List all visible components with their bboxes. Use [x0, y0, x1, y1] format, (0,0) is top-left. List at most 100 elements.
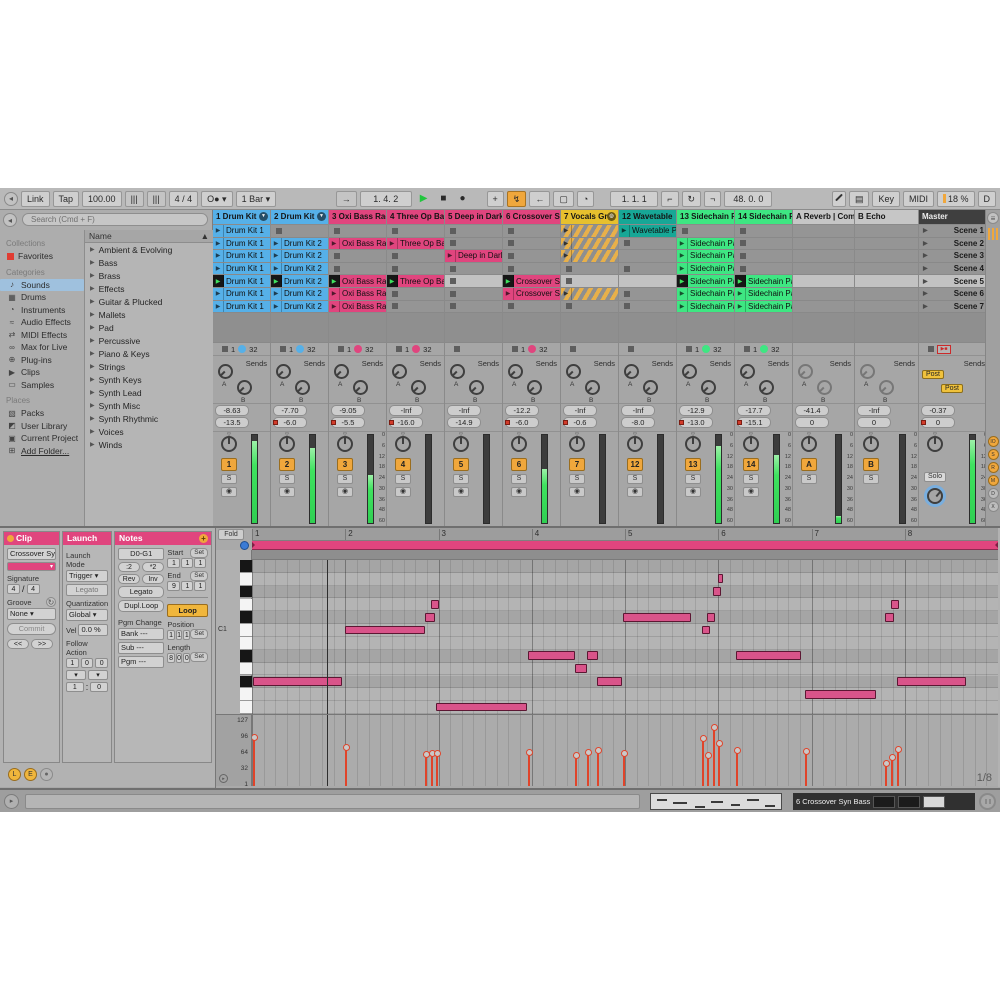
stop-clip-square-icon[interactable] [570, 346, 576, 352]
velocity-amount-field[interactable]: 0.0 % [78, 624, 108, 636]
loop-length-display[interactable]: 48. 0. 0 [724, 191, 772, 207]
punch-in-button[interactable]: ⌐ [661, 191, 678, 207]
track-activator-button[interactable]: 5 [453, 458, 469, 471]
clip[interactable]: ▶Drum Kit 2 [271, 238, 328, 250]
clip[interactable]: ▶Drum Kit 1 [213, 301, 270, 313]
clip-slot[interactable] [503, 238, 560, 251]
end-sixteenth[interactable]: 1 [194, 581, 206, 591]
clip-slot[interactable] [387, 288, 444, 301]
clip[interactable]: ▶Drum Kit 2 [271, 263, 328, 275]
piano-key[interactable] [240, 599, 252, 612]
velocity-marker[interactable] [436, 755, 438, 786]
volume-field[interactable]: -15.1 [737, 417, 771, 428]
follow-button[interactable]: → [336, 191, 357, 207]
clip[interactable]: ▶Oxi Bass Rack [329, 288, 386, 300]
clip-slot[interactable] [387, 301, 444, 314]
length-beat[interactable]: 0 [176, 653, 183, 663]
pan-knob[interactable] [801, 436, 817, 452]
hatched-clip[interactable]: ▶ [561, 225, 618, 237]
pan-knob[interactable] [395, 436, 411, 452]
clip[interactable]: ▶Drum Kit 1 [213, 263, 270, 275]
track-activator-button[interactable]: 2 [279, 458, 295, 471]
piano-key[interactable] [240, 611, 252, 624]
start-bar[interactable]: 1 [167, 558, 180, 568]
stop-clip-square-icon[interactable] [744, 346, 750, 352]
clip-play-icon[interactable]: ▶ [445, 250, 456, 262]
scene-play-icon[interactable]: ▶ [923, 227, 928, 234]
midi-note[interactable] [253, 677, 343, 686]
velocity-marker[interactable] [345, 749, 347, 786]
clip-play-icon[interactable]: ▶ [503, 288, 514, 300]
solo-button[interactable]: S [743, 474, 759, 484]
follow-action-b-select[interactable]: ▾ [88, 670, 108, 680]
clip[interactable]: ▶Sidechain Pad [735, 288, 792, 300]
clip-play-icon[interactable]: ▶ [213, 238, 224, 250]
velocity-marker[interactable] [587, 754, 589, 786]
send-b-knob[interactable] [234, 377, 255, 398]
follow-chance-b-field[interactable]: 0 [90, 682, 108, 692]
selected-track-device-bar[interactable]: 6 Crossover Syn Bass [793, 793, 975, 810]
file-list-header[interactable]: Name▲ [85, 230, 213, 243]
clip-slot[interactable] [329, 263, 386, 276]
clip-slot[interactable]: ▶Sidechain Pad [735, 288, 792, 301]
clip-slot[interactable] [445, 275, 502, 288]
key-map-button[interactable]: Key [872, 191, 900, 207]
position-beat[interactable]: 1 [176, 630, 183, 640]
draw-mode-button[interactable] [832, 191, 846, 207]
track-header[interactable]: 2 Drum Kit▼ [271, 210, 328, 225]
stop-clip-square-icon[interactable] [686, 346, 692, 352]
clip-play-icon[interactable]: ▶ [677, 301, 688, 313]
sidebar-item-favorites[interactable]: Favorites [6, 250, 84, 263]
stop-all-square-icon[interactable] [928, 346, 934, 352]
track-header[interactable]: 13 Sidechain Pad [677, 210, 734, 225]
velocity-marker[interactable] [425, 756, 427, 786]
sidebar-item-instruments[interactable]: ◔Instruments [6, 304, 84, 317]
tap-tempo-button[interactable]: Tap [53, 191, 80, 207]
file-row[interactable]: ▶Piano & Keys [85, 347, 213, 360]
clip-slot[interactable]: ▶Drum Kit 1 [213, 263, 270, 276]
clip-slot[interactable] [445, 225, 502, 238]
master-track-header[interactable]: Master [919, 210, 988, 225]
follow-action-a-select[interactable]: ▾ [66, 670, 86, 680]
view-toggle-io[interactable]: IO [988, 436, 999, 447]
volume-field[interactable]: -14.9 [447, 417, 481, 428]
clip-play-icon[interactable]: ▶ [213, 288, 224, 300]
solo-button[interactable]: S [511, 474, 527, 484]
clip-slot[interactable] [619, 250, 676, 263]
file-row[interactable]: ▶Bass [85, 256, 213, 269]
pan-knob[interactable] [453, 436, 469, 452]
clip[interactable]: ▶Sidechain Pad [735, 301, 792, 313]
clip-play-icon[interactable]: ▶ [213, 263, 224, 275]
clip-play-icon[interactable]: ▶ [735, 301, 746, 313]
clip-overview[interactable] [650, 793, 782, 810]
stop-clip-square-icon[interactable] [222, 346, 228, 352]
volume-field[interactable]: -8.0 [621, 417, 655, 428]
midi-note[interactable] [431, 600, 439, 609]
track-header[interactable]: 5 Deep in Dark [445, 210, 502, 225]
track-header[interactable]: 6 Crossover Sy [503, 210, 560, 225]
stop-clip-square-icon[interactable] [280, 346, 286, 352]
clip-play-icon[interactable]: ▶ [677, 250, 688, 262]
expand-notes-icon[interactable]: + [199, 534, 208, 543]
clip-slot[interactable] [735, 225, 792, 238]
clip-play-icon[interactable]: ▶ [561, 288, 572, 300]
sidebar-item-current-project[interactable]: ▣Current Project [6, 432, 84, 445]
track-activator-button[interactable]: 3 [337, 458, 353, 471]
file-row[interactable]: ▶Effects [85, 282, 213, 295]
clip-slot[interactable]: ▶Drum Kit 1 [213, 250, 270, 263]
velocity-marker[interactable] [253, 739, 255, 786]
halve-time-button[interactable]: :2 [118, 562, 140, 572]
length-bar[interactable]: 8 [167, 653, 174, 663]
piano-key[interactable] [240, 560, 252, 573]
metronome-pattern-icon2[interactable]: ||| [147, 191, 166, 207]
scene-play-icon[interactable]: ▶ [923, 303, 928, 310]
return-track-header[interactable]: B Echo [855, 210, 918, 225]
clip[interactable]: ▶Drum Kit 2 [271, 288, 328, 300]
beat-time-ruler[interactable]: 12345678 [252, 528, 998, 541]
clip-play-icon[interactable]: ▶ [213, 225, 224, 237]
clip-slot[interactable]: ▶Drum Kit 1 [213, 225, 270, 238]
file-row[interactable]: ▶Strings [85, 360, 213, 373]
file-row[interactable]: ▶Synth Misc [85, 399, 213, 412]
clip-slot[interactable] [561, 301, 618, 314]
automation-arm-button[interactable]: ◔ [577, 191, 594, 207]
